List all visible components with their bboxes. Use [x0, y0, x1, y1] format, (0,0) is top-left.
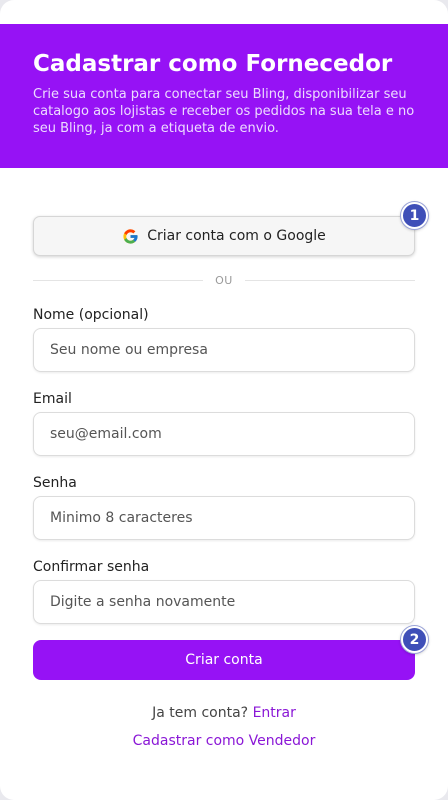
password-label: Senha [33, 475, 77, 491]
signup-card: Cadastrar como Fornecedor Crie sua conta… [0, 0, 448, 800]
confirm-password-label: Confirmar senha [33, 559, 150, 575]
header-banner: Cadastrar como Fornecedor Crie sua conta… [0, 24, 448, 168]
page-title: Cadastrar como Fornecedor [33, 51, 393, 77]
name-input[interactable] [33, 328, 415, 372]
login-prompt: Ja tem conta? Entrar [0, 705, 448, 721]
create-account-button[interactable]: Criar conta [33, 640, 415, 680]
login-link[interactable]: Entrar [253, 705, 296, 721]
vendor-signup: Cadastrar como Vendedor [0, 733, 448, 749]
confirm-password-input[interactable] [33, 580, 415, 624]
email-input[interactable] [33, 412, 415, 456]
google-button-label: Criar conta com o Google [147, 228, 326, 244]
email-label: Email [33, 391, 72, 407]
name-label: Nome (opcional) [33, 307, 149, 323]
step-badge-1: 1 [401, 202, 428, 229]
divider-line-right [244, 279, 415, 281]
page-description: Crie sua conta para conectar seu Bling, … [33, 87, 415, 136]
step-badge-2: 2 [401, 626, 428, 653]
or-divider: OU [33, 271, 415, 289]
has-account-text: Ja tem conta? [152, 705, 249, 721]
divider-text: OU [215, 273, 233, 287]
google-signup-button[interactable]: Criar conta com o Google [33, 216, 415, 256]
divider-line-left [33, 279, 204, 281]
password-input[interactable] [33, 496, 415, 540]
vendor-signup-link[interactable]: Cadastrar como Vendedor [133, 733, 316, 749]
google-icon [123, 228, 138, 244]
